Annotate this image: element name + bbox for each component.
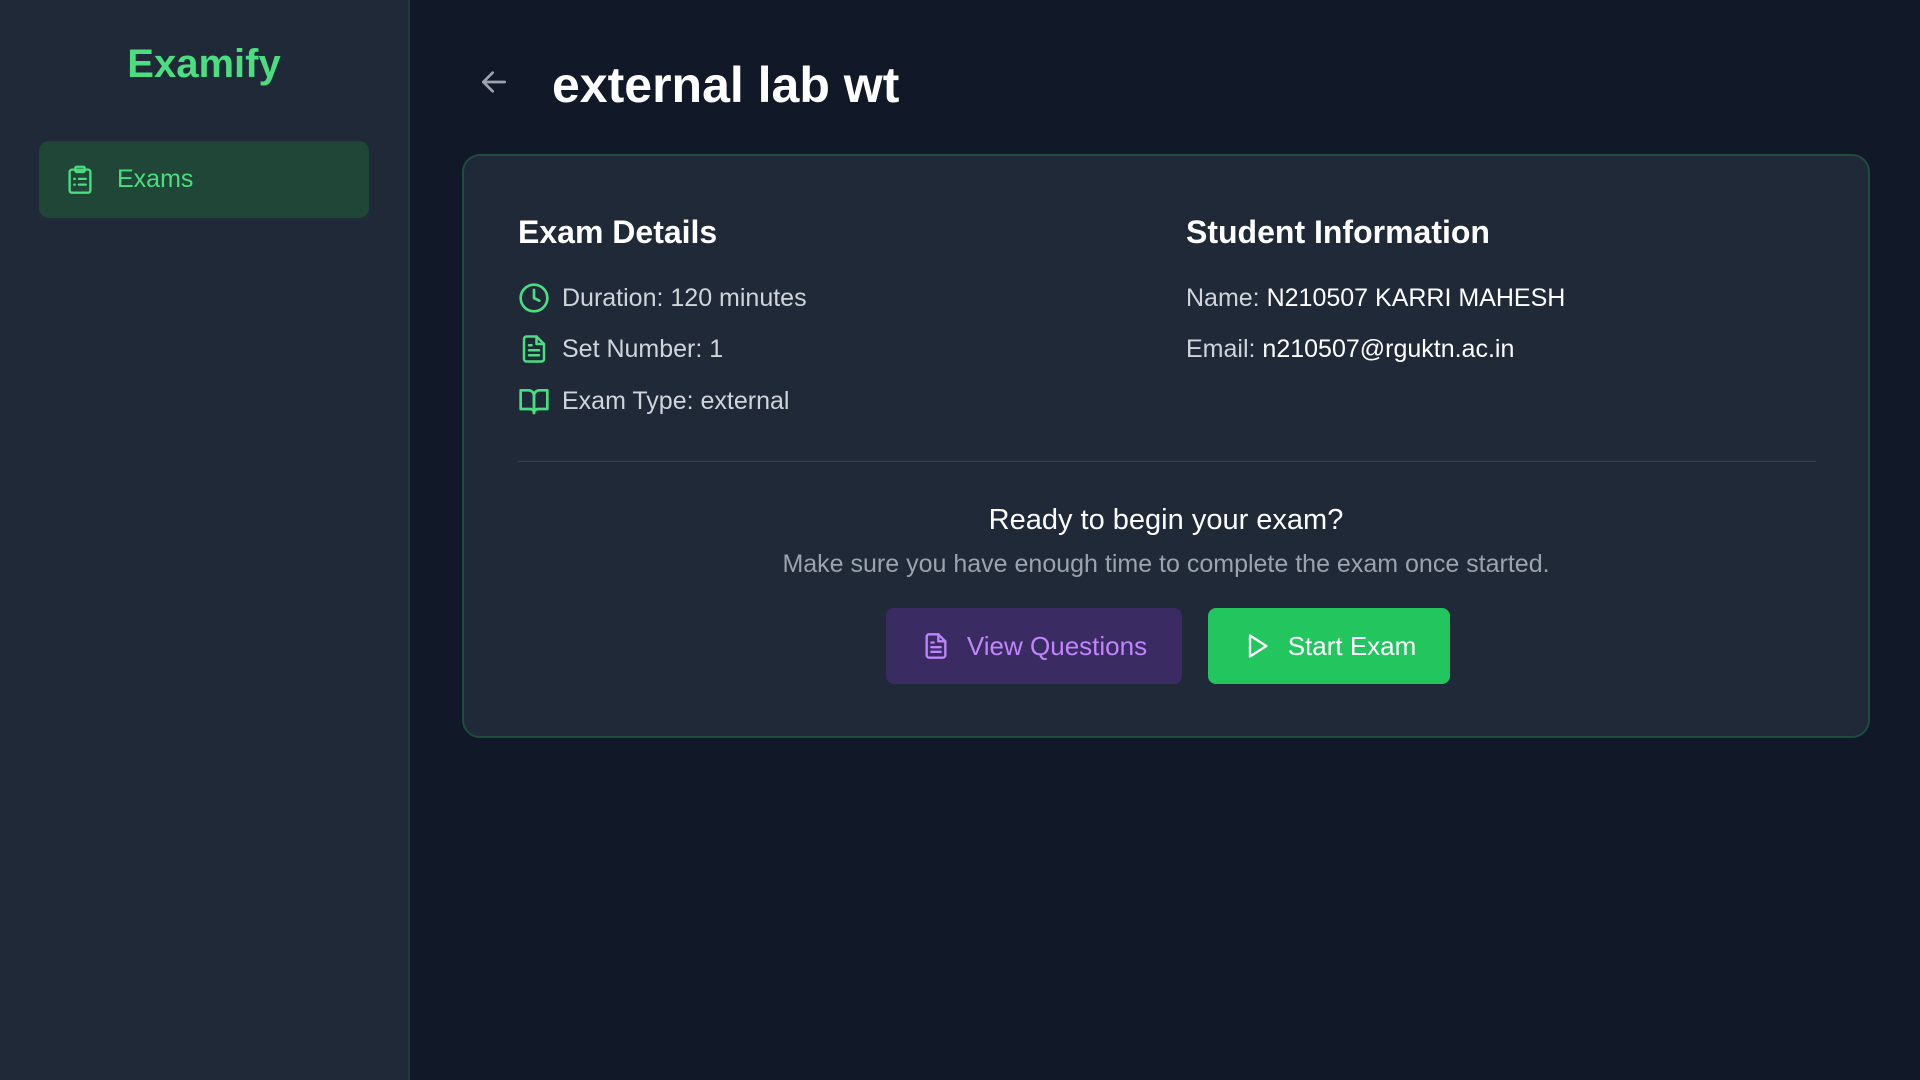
- view-questions-label: View Questions: [966, 630, 1148, 661]
- page-title: external lab wt: [552, 57, 900, 113]
- exam-type-row: Exam Type: external: [518, 385, 789, 417]
- exam-type-text: Exam Type: external: [562, 386, 790, 415]
- ready-subtext: Make sure you have enough time to comple…: [782, 550, 1550, 578]
- file-text-icon: [518, 333, 550, 365]
- student-name-row: Name: N210507 KARRI MAHESH: [1186, 284, 1565, 313]
- ready-heading: Ready to begin your exam?: [988, 504, 1344, 536]
- duration-text: Duration: 120 minutes: [562, 283, 807, 312]
- clipboard-icon: [65, 165, 95, 195]
- start-exam-button[interactable]: Start Exam: [1208, 608, 1450, 684]
- view-questions-button[interactable]: View Questions: [886, 608, 1182, 684]
- student-email-value: n210507@rguktn.ac.in: [1262, 335, 1515, 363]
- student-name-value: N210507 KARRI MAHESH: [1266, 284, 1566, 312]
- exam-details-title: Exam Details: [518, 214, 718, 250]
- back-button[interactable]: [472, 62, 516, 106]
- duration-row: Duration: 120 minutes: [518, 282, 807, 314]
- student-name-label: Name:: [1186, 284, 1260, 312]
- student-info-title: Student Information: [1186, 214, 1490, 250]
- student-email-row: Email: n210507@rguktn.ac.in: [1186, 335, 1514, 364]
- sidebar: Examify Exams: [0, 0, 410, 1080]
- set-number-row: Set Number: 1: [518, 333, 723, 365]
- sidebar-item-label: Exams: [117, 165, 194, 193]
- exam-card: Exam Details Duration: 120 minutes Set N…: [462, 154, 1870, 738]
- set-number-text: Set Number: 1: [562, 334, 724, 363]
- student-email-label: Email:: [1186, 335, 1256, 363]
- divider: [518, 461, 1816, 462]
- play-icon: [1242, 631, 1272, 661]
- start-exam-label: Start Exam: [1287, 630, 1417, 661]
- sidebar-item-exams[interactable]: Exams: [39, 141, 369, 218]
- file-text-icon: [921, 631, 951, 661]
- arrow-left-icon: [478, 66, 510, 103]
- book-open-icon: [518, 385, 550, 417]
- brand-logo: Examify: [127, 42, 281, 86]
- clock-icon: [518, 282, 550, 314]
